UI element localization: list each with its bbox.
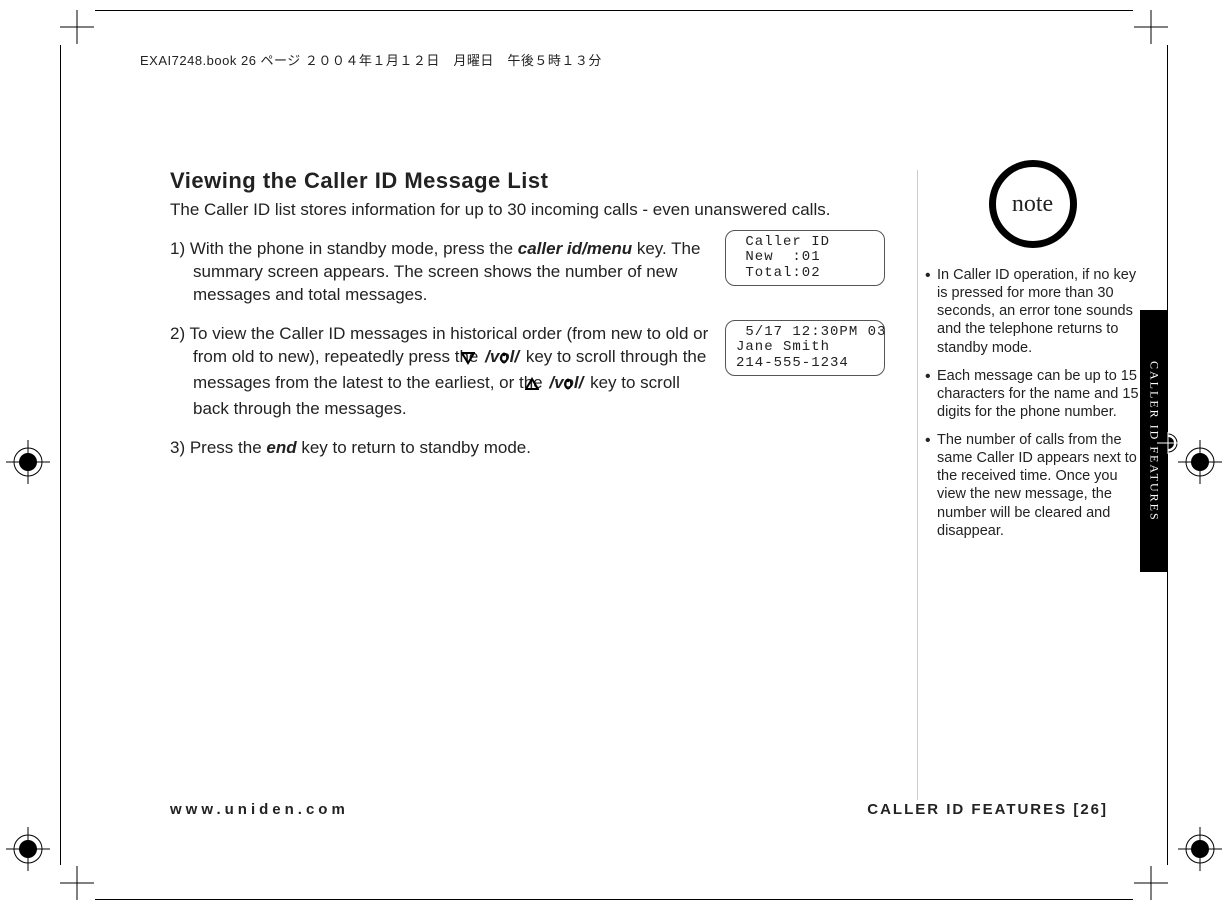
crop-line-bottom (95, 899, 1133, 900)
crop-mark-br (1134, 866, 1168, 900)
vertical-divider (917, 170, 918, 800)
step-1: 1) With the phone in standby mode, press… (170, 238, 710, 307)
section-title: Viewing the Caller ID Message List (170, 168, 905, 194)
intro-text: The Caller ID list stores information fo… (170, 200, 905, 220)
crop-line-left (60, 45, 61, 865)
note-item-2: Each message can be up to 15 characters … (925, 367, 1140, 421)
crop-mark-tr (1134, 10, 1168, 44)
registration-target-ml (6, 440, 50, 489)
registration-target-bl (6, 827, 50, 876)
note-badge-label: note (1012, 191, 1053, 218)
lcd-screen-summary: Caller ID New :01 Total:02 (725, 230, 885, 286)
note-column: note In Caller ID operation, if no key i… (925, 160, 1140, 550)
side-tab-crosshair-icon (1157, 432, 1179, 459)
step-3-text-a: 3) Press the (170, 438, 266, 457)
step-3-text-b: key to return to standby mode. (297, 438, 531, 457)
key-end: end (266, 438, 296, 457)
document-page: EXAI7248.book 26 ページ ２００４年１月１２日 月曜日 午後５時… (0, 0, 1228, 910)
footer-section-page: CALLER ID FEATURES [26] (867, 801, 1108, 818)
print-header-text: EXAI7248.book 26 ページ ２００４年１月１２日 月曜日 午後５時… (140, 50, 602, 69)
registration-target-br (1178, 827, 1222, 876)
key-caller-id-menu: caller id/menu (518, 239, 632, 258)
footer-url: www.uniden.com (170, 801, 349, 818)
crop-line-top (95, 10, 1133, 11)
note-item-3: The number of calls from the same Caller… (925, 431, 1140, 540)
step-1-text-a: 1) With the phone in standby mode, press… (170, 239, 518, 258)
crop-mark-tl (60, 10, 94, 44)
crop-mark-bl (60, 866, 94, 900)
lcd-screen-detail: 5/17 12:30PM 03 Jane Smith 214-555-1234 (725, 320, 885, 376)
step-3: 3) Press the end key to return to standb… (170, 437, 905, 460)
note-badge: note (989, 160, 1077, 248)
registration-target-mr (1178, 440, 1222, 489)
step-2: 2) To view the Caller ID messages in his… (170, 323, 710, 421)
note-item-1: In Caller ID operation, if no key is pre… (925, 266, 1140, 357)
